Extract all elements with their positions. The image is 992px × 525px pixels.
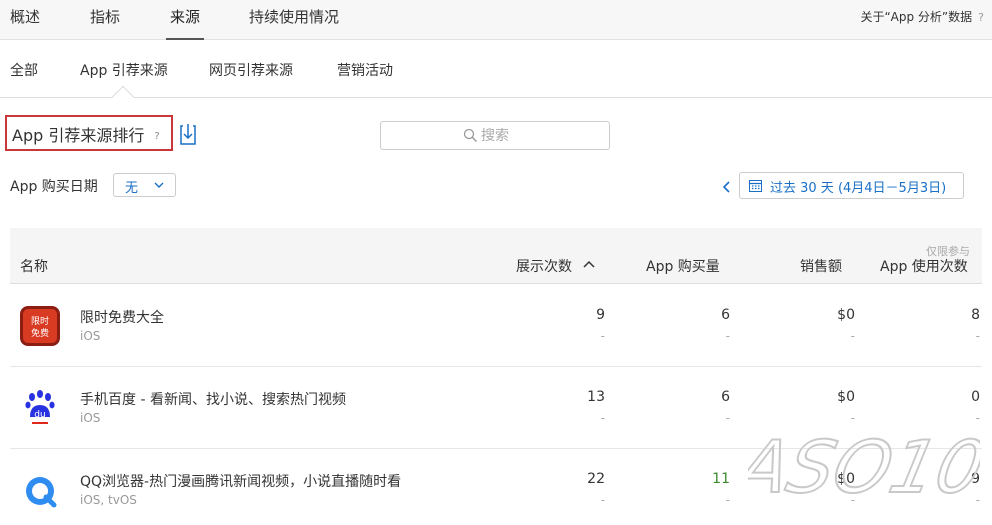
col-sessions[interactable]: App 使用次数 [880, 256, 968, 276]
aso100-watermark: ASO100 [748, 425, 980, 510]
sales-change: - [850, 329, 855, 343]
impressions-change: - [600, 493, 605, 507]
watermark-text: ASO100 [748, 426, 980, 510]
col-name[interactable]: 名称 [20, 256, 48, 276]
purchases-value: 6 [721, 307, 730, 323]
download-icon[interactable] [180, 123, 196, 145]
impressions-change: - [600, 411, 605, 425]
app-platform: iOS, tvOS [80, 493, 137, 507]
free-icon-text-1: 限时 [31, 315, 49, 327]
purchases-change: - [725, 329, 730, 343]
calendar-icon [749, 180, 762, 192]
sort-ascending-icon[interactable] [583, 259, 595, 269]
purchases-value: 11 [712, 471, 730, 487]
impressions-value: 9 [596, 307, 605, 323]
table-row[interactable]: 限时 免费 限时免费大全 iOS 9 - 6 - $0 - 8 - [10, 285, 982, 367]
tab-metrics[interactable]: 指标 [90, 6, 120, 27]
section-title-highlight: App 引荐来源排行? [5, 115, 173, 151]
tab-sources[interactable]: 来源 [165, 6, 205, 40]
about-link[interactable]: 关于“App 分析”数据? [860, 8, 984, 25]
purchase-date-value: 无 [125, 181, 139, 196]
app-name[interactable]: QQ浏览器-热门漫画腾讯新闻视频，小说直播随时看 [80, 471, 401, 491]
section-title: App 引荐来源排行 [12, 126, 145, 145]
purchases-change: - [725, 411, 730, 425]
app-name[interactable]: 手机百度 - 看新闻、找小说、搜索热门视频 [80, 389, 346, 409]
app-platform: iOS [80, 411, 101, 425]
search-input[interactable] [481, 126, 591, 146]
app-name[interactable]: 限时免费大全 [80, 307, 164, 327]
purchases-change: - [725, 493, 730, 507]
col-impressions[interactable]: 展示次数 [516, 256, 572, 276]
sales-value: $0 [837, 307, 855, 323]
sessions-change: - [975, 329, 980, 343]
top-nav: 概述 指标 来源 持续使用情况 关于“App 分析”数据? [0, 0, 992, 40]
app-platform: iOS [80, 329, 101, 343]
baidu-app-icon: du [20, 387, 60, 427]
chevron-down-icon [154, 182, 164, 188]
impressions-value: 22 [587, 471, 605, 487]
impressions-change: - [600, 329, 605, 343]
purchase-date-label: App 购买日期 [10, 179, 98, 195]
table-header: 仅限参与 名称 展示次数 App 购买量 销售额 App 使用次数 [10, 228, 982, 284]
free-apps-icon: 限时 免费 [20, 306, 60, 346]
sessions-value: 8 [971, 307, 980, 323]
chevron-left-icon[interactable] [722, 180, 732, 194]
subtab-web-referrers[interactable]: 网页引荐来源 [209, 60, 293, 80]
purchases-value: 6 [721, 389, 730, 405]
search-icon [463, 128, 477, 142]
col-sales[interactable]: 销售额 [800, 256, 842, 276]
qq-browser-icon [20, 470, 60, 510]
col-purchases[interactable]: App 购买量 [646, 256, 720, 276]
purchase-date-select[interactable]: 无 [113, 173, 176, 197]
sub-nav: 全部 App 引荐来源 网页引荐来源 营销活动 [0, 40, 992, 98]
impressions-value: 13 [587, 389, 605, 405]
tab-retention[interactable]: 持续使用情况 [249, 6, 339, 27]
search-box[interactable] [380, 121, 610, 150]
help-icon[interactable]: ? [154, 131, 159, 142]
help-icon[interactable]: ? [978, 11, 984, 24]
free-icon-text-2: 免费 [31, 327, 49, 339]
date-range-picker[interactable]: 过去 30 天 (4月4日－5月3日) [739, 172, 964, 199]
about-label: 关于“App 分析”数据 [860, 10, 973, 24]
baidu-icon-text: du [34, 410, 45, 420]
tab-overview[interactable]: 概述 [10, 6, 40, 27]
date-range-label: 过去 30 天 (4月4日－5月3日) [770, 181, 947, 196]
subtab-app-referrers[interactable]: App 引荐来源 [80, 60, 168, 80]
subtab-all[interactable]: 全部 [10, 60, 38, 80]
subtab-campaigns[interactable]: 营销活动 [337, 60, 393, 80]
